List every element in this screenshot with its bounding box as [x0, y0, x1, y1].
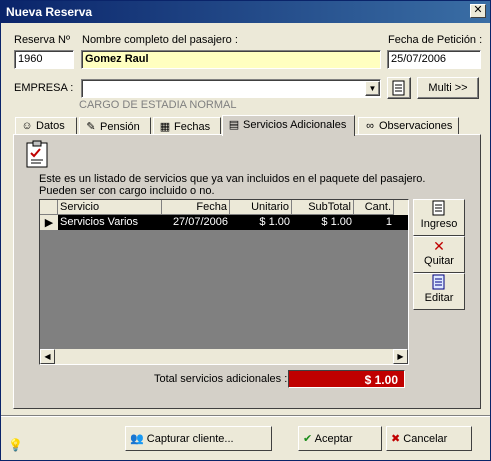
tab-strip: ☺ Datos ✎ Pensión ▦ Fechas ▤ Servicios Adici… [13, 115, 483, 136]
checkmark-icon: ✔ [303, 433, 313, 445]
tab-observaciones[interactable]: ∞ Observaciones [358, 117, 459, 135]
person-icon: ☺ [21, 120, 33, 132]
aceptar-button[interactable]: ✔ Aceptar [298, 426, 382, 451]
servicios-table[interactable]: Servicio Fecha Unitario SubTotal Cant. ▶… [39, 199, 409, 365]
cell-fecha: 27/07/2006 [172, 216, 228, 228]
column-header-subtotal[interactable]: SubTotal [292, 200, 354, 215]
nombre-pasajero-input[interactable]: Gomez Raul [81, 50, 381, 69]
scroll-left-icon[interactable]: ◀ [40, 349, 55, 364]
calendar-icon: ▦ [159, 121, 171, 133]
scroll-right-icon[interactable]: ▶ [393, 349, 408, 364]
document-add-icon [414, 200, 464, 218]
horizontal-scrollbar[interactable]: ◀ ▶ [40, 349, 408, 364]
document-icon [392, 80, 405, 96]
users-icon: 👥 [130, 433, 144, 445]
window-title: Nueva Reserva [6, 5, 93, 19]
total-label: Total servicios adicionales : [154, 373, 288, 385]
empresa-dropdown-button[interactable]: ▼ [365, 81, 380, 96]
nombre-label: Nombre completo del pasajero : [82, 34, 238, 46]
column-header-unitario[interactable]: Unitario [230, 200, 292, 215]
services-icon: ▤ [228, 119, 240, 131]
chevron-down-icon: ▼ [368, 84, 377, 93]
empresa-select[interactable] [81, 79, 381, 98]
cancel-x-icon: ✖ [391, 433, 401, 445]
close-button[interactable]: ✕ [470, 4, 486, 18]
description-line-1: Este es un listado de servicios que ya v… [39, 173, 426, 185]
aceptar-label: Aceptar [314, 433, 353, 445]
multi-button[interactable]: Multi >> [417, 77, 479, 99]
quitar-label: Quitar [424, 255, 454, 267]
tab-servicios-adicionales[interactable]: ▤ Servicios Adicionales [222, 115, 355, 136]
ingreso-button[interactable]: Ingreso [413, 199, 465, 236]
pen-icon: ✎ [86, 121, 96, 133]
footer-separator [1, 415, 490, 417]
fecha-peticion-field[interactable]: 25/07/2006 [387, 50, 481, 69]
cell-unitario: $ 1.00 [259, 216, 290, 228]
cell-subtotal: $ 1.00 [321, 216, 352, 228]
capturar-cliente-button[interactable]: 👥 Capturar cliente... [125, 426, 272, 451]
tab-fechas[interactable]: ▦ Fechas [153, 117, 221, 135]
reserva-label: Reserva Nº [14, 34, 70, 46]
row-selector-header [40, 200, 58, 215]
cargo-estadia-text: CARGO DE ESTADIA NORMAL [79, 99, 237, 111]
glasses-icon: ∞ [366, 120, 374, 132]
column-header-servicio[interactable]: Servicio [58, 200, 162, 215]
column-header-cant[interactable]: Cant. [354, 200, 394, 215]
empresa-detail-button[interactable] [387, 77, 411, 99]
cancelar-label: Cancelar [403, 433, 448, 445]
column-header-fecha[interactable]: Fecha [162, 200, 230, 215]
description-line-2: Pueden ser con cargo incluido o no. [39, 185, 215, 197]
editar-button[interactable]: Editar [413, 273, 465, 310]
nueva-reserva-window: Nueva Reserva ✕ Reserva Nº Nombre comple… [0, 0, 491, 461]
cell-cant: 1 [385, 216, 392, 228]
quitar-button[interactable]: ✕ Quitar [413, 236, 465, 273]
clipboard-icon [26, 140, 48, 168]
tab-pension[interactable]: ✎ Pensión [79, 117, 151, 135]
cancelar-button[interactable]: ✖ Cancelar [386, 426, 472, 451]
editar-label: Editar [424, 292, 454, 304]
capturar-label: Capturar cliente... [146, 433, 234, 445]
empresa-label: EMPRESA : [14, 82, 74, 94]
document-edit-icon [414, 274, 464, 292]
table-row[interactable]: ▶ Servicios Varios 27/07/2006 $ 1.00 $ 1… [40, 215, 408, 230]
lightbulb-icon: 💡 [8, 438, 23, 452]
cell-servicio: Servicios Varios [60, 216, 139, 228]
reserva-number-field[interactable]: 1960 [14, 50, 74, 69]
title-bar: Nueva Reserva ✕ [1, 1, 490, 23]
fecha-peticion-label: Fecha de Petición : [388, 34, 483, 46]
table-header: Servicio Fecha Unitario SubTotal Cant. [40, 200, 408, 215]
delete-x-icon: ✕ [433, 238, 445, 254]
total-value: $ 1.00 [288, 370, 405, 388]
tab-datos[interactable]: ☺ Datos [15, 117, 77, 135]
row-pointer-icon: ▶ [40, 215, 58, 230]
ingreso-label: Ingreso [420, 218, 458, 230]
